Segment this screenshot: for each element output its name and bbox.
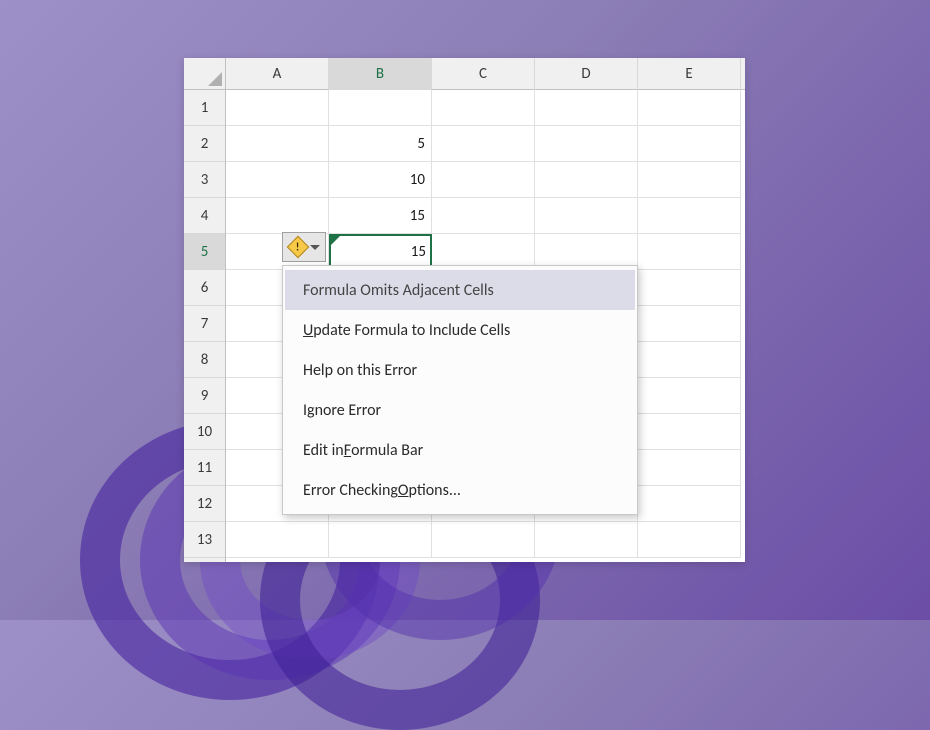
- row-header-4[interactable]: 4: [184, 198, 225, 234]
- col-header-A[interactable]: A: [226, 58, 329, 90]
- cell-C4[interactable]: [432, 198, 535, 234]
- cell-D1[interactable]: [535, 90, 638, 126]
- col-header-D[interactable]: D: [535, 58, 638, 90]
- row-header-1[interactable]: 1: [184, 90, 225, 126]
- row-header-3[interactable]: 3: [184, 162, 225, 198]
- cell-E11[interactable]: [638, 450, 741, 486]
- chevron-down-icon: [310, 245, 320, 250]
- col-header-B[interactable]: B: [329, 58, 432, 90]
- cell-D13[interactable]: [535, 522, 638, 558]
- cell-B3[interactable]: 10: [329, 162, 432, 198]
- row-header-6[interactable]: 6: [184, 270, 225, 306]
- cell-A13[interactable]: [226, 522, 329, 558]
- grid-row: [226, 90, 745, 126]
- cell-B4[interactable]: 15: [329, 198, 432, 234]
- cell-D4[interactable]: [535, 198, 638, 234]
- cell-E8[interactable]: [638, 342, 741, 378]
- cell-E1[interactable]: [638, 90, 741, 126]
- row-header-13[interactable]: 13: [184, 522, 225, 558]
- cell-A4[interactable]: [226, 198, 329, 234]
- cell-C1[interactable]: [432, 90, 535, 126]
- cell-D2[interactable]: [535, 126, 638, 162]
- grid-row: 10: [226, 162, 745, 198]
- menu-item[interactable]: Ignore Error: [285, 390, 635, 430]
- cell-D3[interactable]: [535, 162, 638, 198]
- row-header-11[interactable]: 11: [184, 450, 225, 486]
- spreadsheet-window: ABCDE 12345678910111213 5101515 Formula …: [184, 58, 745, 562]
- cell-E12[interactable]: [638, 486, 741, 522]
- row-header-7[interactable]: 7: [184, 306, 225, 342]
- row-headers: 12345678910111213: [184, 90, 226, 562]
- cell-C2[interactable]: [432, 126, 535, 162]
- cell-E4[interactable]: [638, 198, 741, 234]
- row-header-5[interactable]: 5: [184, 234, 225, 270]
- warning-icon: [289, 238, 307, 256]
- cell-E10[interactable]: [638, 414, 741, 450]
- grid-row: 15: [226, 198, 745, 234]
- cell-A1[interactable]: [226, 90, 329, 126]
- menu-item[interactable]: Update Formula to Include Cells: [285, 310, 635, 350]
- row-header-2[interactable]: 2: [184, 126, 225, 162]
- row-header-8[interactable]: 8: [184, 342, 225, 378]
- grid-row: [226, 522, 745, 558]
- cell-E7[interactable]: [638, 306, 741, 342]
- cell-E2[interactable]: [638, 126, 741, 162]
- cell-A2[interactable]: [226, 126, 329, 162]
- cell-E9[interactable]: [638, 378, 741, 414]
- cell-E13[interactable]: [638, 522, 741, 558]
- menu-item[interactable]: Edit in Formula Bar: [285, 430, 635, 470]
- menu-item[interactable]: Help on this Error: [285, 350, 635, 390]
- error-indicator-icon: [331, 236, 340, 245]
- cell-A3[interactable]: [226, 162, 329, 198]
- row-header-10[interactable]: 10: [184, 414, 225, 450]
- error-context-menu: Formula Omits Adjacent CellsUpdate Formu…: [282, 265, 638, 515]
- cell-C3[interactable]: [432, 162, 535, 198]
- column-headers: ABCDE: [226, 58, 745, 90]
- menu-item[interactable]: Error Checking Options...: [285, 470, 635, 510]
- row-header-9[interactable]: 9: [184, 378, 225, 414]
- col-header-C[interactable]: C: [432, 58, 535, 90]
- menu-item[interactable]: Formula Omits Adjacent Cells: [285, 270, 635, 310]
- error-smart-tag-button[interactable]: [282, 232, 326, 262]
- cell-E3[interactable]: [638, 162, 741, 198]
- cell-B13[interactable]: [329, 522, 432, 558]
- grid-row: 5: [226, 126, 745, 162]
- cell-B1[interactable]: [329, 90, 432, 126]
- row-header-12[interactable]: 12: [184, 486, 225, 522]
- cell-E5[interactable]: [638, 234, 741, 270]
- select-all-cell[interactable]: [184, 58, 226, 90]
- cell-C13[interactable]: [432, 522, 535, 558]
- cell-B2[interactable]: 5: [329, 126, 432, 162]
- cell-E6[interactable]: [638, 270, 741, 306]
- col-header-E[interactable]: E: [638, 58, 741, 90]
